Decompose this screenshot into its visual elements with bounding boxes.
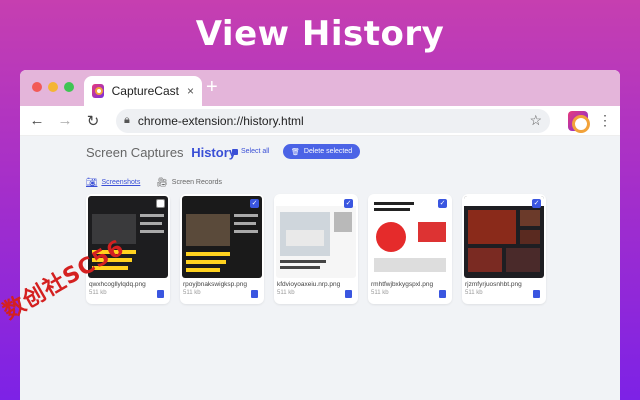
tab-bar: CaptureCast × +	[20, 70, 620, 106]
delete-selected-label: Delete selected	[303, 148, 353, 155]
screenshot-thumbnail[interactable]: ✓	[182, 196, 262, 278]
minimize-window-dot[interactable]	[48, 82, 58, 92]
tab-close-icon[interactable]: ×	[187, 84, 194, 98]
page-title: Screen Captures History	[86, 145, 236, 160]
browser-toolbar: ← → ↻ 🔒︎ chrome-extension://history.html…	[20, 106, 620, 136]
select-checkbox[interactable]: ✓	[250, 199, 259, 208]
lock-icon: 🔒︎	[124, 114, 130, 126]
checkbox-icon	[232, 148, 238, 155]
file-size: 511 kb	[371, 290, 389, 296]
extension-icon[interactable]	[568, 110, 590, 133]
capture-card[interactable]: ✓ rjzmfyrjuosnhbt.png 511 kb	[462, 194, 546, 304]
capture-card[interactable]: ✓ kfdvioyoaxeiu.nrp.png 511 kb	[274, 194, 358, 304]
tab-title: CaptureCast	[111, 84, 179, 98]
capture-card[interactable]: ✓ rmhtfwjbxkygspxl.png 511 kb	[368, 194, 452, 304]
select-checkbox[interactable]: ✓	[532, 199, 541, 208]
browser-tab[interactable]: CaptureCast ×	[84, 76, 202, 106]
menu-icon[interactable]: ⋮	[598, 112, 612, 129]
delete-selected-button[interactable]: 🗑︎ Delete selected	[283, 144, 361, 159]
reload-icon[interactable]: ↻	[84, 112, 102, 130]
heading-history: History	[191, 145, 236, 160]
screenshot-thumbnail[interactable]: ✓	[464, 196, 544, 278]
capturecast-icon	[92, 84, 104, 98]
file-size: 511 kb	[89, 290, 107, 296]
file-name: kfdvioyoaxeiu.nrp.png	[277, 281, 341, 288]
address-bar[interactable]: 🔒︎ chrome-extension://history.html ☆	[116, 108, 550, 133]
new-tab-icon[interactable]: +	[206, 76, 218, 99]
bookmark-star-icon[interactable]: ☆	[529, 112, 542, 129]
file-name: rmhtfwjbxkygspxl.png	[371, 281, 434, 288]
capture-card[interactable]: ✓ rpoyjbnakswigksp.png 511 kb	[180, 194, 264, 304]
delete-icon[interactable]	[251, 290, 258, 298]
delete-icon[interactable]	[345, 290, 352, 298]
url-text: chrome-extension://history.html	[137, 113, 304, 128]
trash-icon: 🗑︎	[291, 148, 300, 156]
tab-screen-records-label: Screen Records	[171, 179, 222, 186]
select-all-button[interactable]: Select all	[232, 148, 269, 155]
select-all-label: Select all	[241, 148, 270, 155]
forward-icon[interactable]: →	[56, 112, 74, 129]
file-name: qwxhcogllylqdq.png	[89, 281, 146, 288]
select-checkbox[interactable]: ✓	[156, 199, 165, 208]
delete-icon[interactable]	[439, 290, 446, 298]
file-name: rjzmfyrjuosnhbt.png	[465, 281, 522, 288]
file-name: rpoyjbnakswigksp.png	[183, 281, 247, 288]
subtabs: 📷︎ Screenshots 🎥︎ Screen Records	[86, 177, 222, 188]
select-checkbox[interactable]: ✓	[438, 199, 447, 208]
file-size: 511 kb	[277, 290, 295, 296]
file-size: 511 kb	[183, 290, 201, 296]
tab-screenshots-label: Screenshots	[101, 179, 141, 186]
close-window-dot[interactable]	[32, 82, 42, 92]
delete-icon[interactable]	[533, 290, 540, 298]
tab-screenshots[interactable]: 📷︎ Screenshots	[86, 177, 140, 188]
back-icon[interactable]: ←	[28, 112, 46, 129]
tab-screen-records[interactable]: 🎥︎ Screen Records	[156, 177, 222, 188]
capture-grid: ✓ qwxhcogllylqdq.png 511 kb ✓ rpoyjbna	[86, 194, 546, 304]
maximize-window-dot[interactable]	[64, 82, 74, 92]
delete-icon[interactable]	[157, 290, 164, 298]
banner-title: View History	[195, 14, 445, 54]
video-camera-icon: 🎥︎	[156, 177, 168, 187]
file-size: 511 kb	[465, 290, 483, 296]
camera-icon: 📷︎	[86, 177, 98, 187]
screenshot-thumbnail[interactable]: ✓	[370, 196, 450, 278]
select-checkbox[interactable]: ✓	[344, 199, 353, 208]
screenshot-thumbnail[interactable]: ✓	[276, 196, 356, 278]
heading-prefix: Screen Captures	[86, 145, 184, 160]
